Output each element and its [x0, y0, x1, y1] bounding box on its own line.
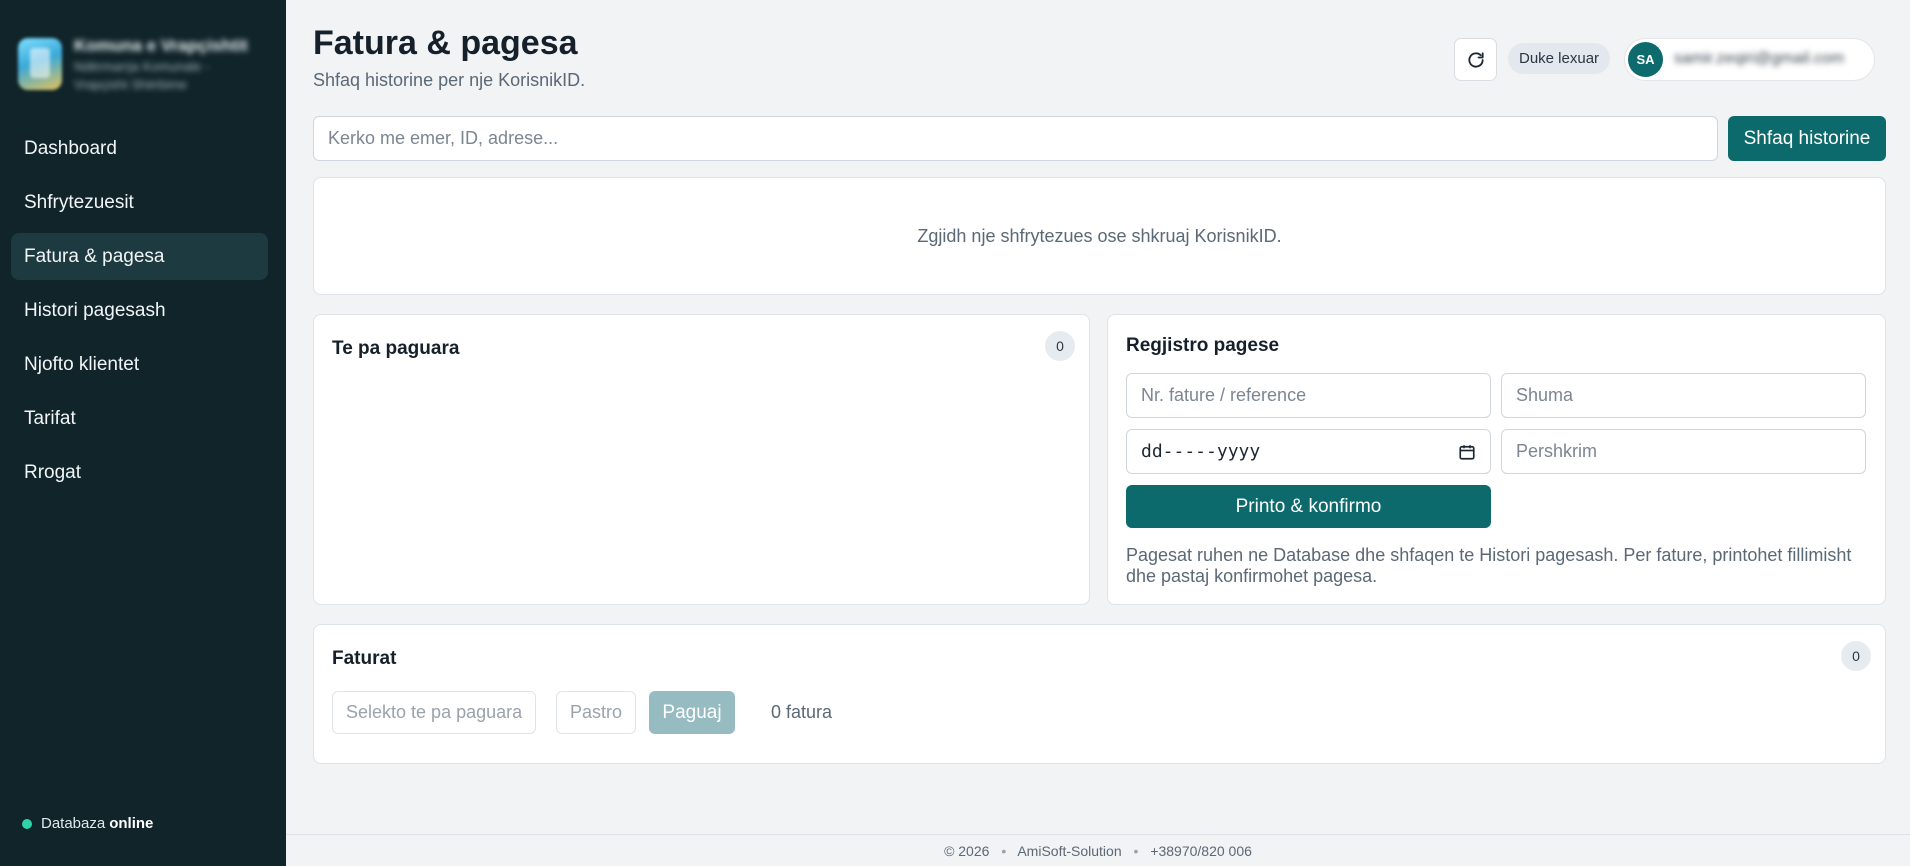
status-dot-icon	[22, 818, 32, 829]
calendar-icon[interactable]	[1458, 443, 1476, 461]
main-content: Fatura & pagesa Shfaq historine per nje …	[286, 0, 1910, 866]
database-status: Databaza online	[22, 815, 153, 832]
footer-separator: •	[1001, 843, 1007, 859]
show-history-button[interactable]: Shfaq historine	[1728, 116, 1886, 161]
sidebar-item-tarifat[interactable]: Tarifat	[11, 395, 268, 442]
footer-company: AmiSoft-Solution	[1017, 843, 1122, 859]
avatar: SA	[1628, 42, 1663, 77]
info-card: Zgjidh nje shfrytezues ose shkruaj Koris…	[313, 177, 1886, 295]
sidebar-item-njofto-klientet[interactable]: Njofto klientet	[11, 341, 268, 388]
unpaid-title: Te pa paguara	[332, 338, 460, 359]
refresh-icon	[1467, 51, 1484, 68]
footer: © 2026 • AmiSoft-Solution • +38970/820 0…	[286, 834, 1910, 866]
database-label: Databaza	[41, 815, 106, 832]
print-confirm-button[interactable]: Printo & konfirmo	[1126, 485, 1491, 528]
refresh-button[interactable]	[1454, 38, 1497, 81]
payment-note: Pagesat ruhen ne Database dhe shfaqen te…	[1126, 545, 1852, 586]
date-value: dd-----yyyy	[1141, 441, 1261, 462]
footer-separator: •	[1133, 843, 1139, 859]
amount-field[interactable]	[1501, 373, 1866, 418]
selected-invoices-count: 0 fatura	[771, 702, 833, 722]
pay-button[interactable]: Paguaj	[649, 691, 735, 734]
sidebar-nav: Dashboard Shfrytezuesit Fatura & pagesa …	[11, 125, 268, 503]
select-unpaid-button[interactable]: Selekto te pa paguara	[332, 691, 537, 734]
sidebar: Komuna e Vrapçishtit Ndërmarrja Komunale…	[0, 0, 286, 866]
description-field[interactable]	[1501, 429, 1866, 474]
sidebar-item-histori-pagesash[interactable]: Histori pagesash	[11, 287, 268, 334]
unpaid-count-badge: 0	[1045, 331, 1075, 361]
user-menu[interactable]: SA samir.zeqiri@gmail.com	[1624, 38, 1875, 81]
clear-button[interactable]: Pastro	[556, 691, 637, 734]
info-message: Zgjidh nje shfrytezues ose shkruaj Koris…	[917, 226, 1282, 246]
brand-name: Komuna e Vrapçishtit	[74, 36, 248, 55]
date-field[interactable]: dd-----yyyy	[1126, 429, 1491, 474]
status-badge: Duke lexuar	[1508, 43, 1611, 74]
unpaid-card: Te pa paguara 0	[313, 314, 1090, 605]
user-email: samir.zeqiri@gmail.com	[1674, 50, 1845, 67]
sidebar-item-fatura-pagesa[interactable]: Fatura & pagesa	[11, 233, 268, 280]
database-status-value: online	[109, 815, 154, 832]
brand-logo	[18, 38, 62, 90]
sidebar-item-dashboard[interactable]: Dashboard	[11, 125, 268, 172]
reference-field[interactable]	[1126, 373, 1491, 418]
brand-subtitle: Ndërmarrja Komunale - Vrapçisht Shërbime	[74, 59, 210, 92]
invoices-count-badge: 0	[1841, 641, 1871, 671]
page-subtitle: Shfaq historine per nje KorisnikID.	[313, 70, 586, 90]
footer-phone: +38970/820 006	[1150, 843, 1252, 859]
payment-card: Regjistro pagese dd-----yyyy Printo & ko…	[1107, 314, 1886, 605]
sidebar-item-rrogat[interactable]: Rrogat	[11, 449, 268, 496]
search-input[interactable]	[313, 116, 1718, 161]
footer-copyright: © 2026	[944, 843, 990, 859]
payment-title: Regjistro pagese	[1126, 335, 1280, 356]
brand: Komuna e Vrapçishtit Ndërmarrja Komunale…	[18, 36, 278, 96]
invoices-card: Faturat 0 Selekto te pa paguara Pastro P…	[313, 624, 1886, 764]
invoices-title: Faturat	[332, 648, 397, 669]
page-title: Fatura & pagesa	[313, 24, 578, 62]
sidebar-item-shfrytezuesit[interactable]: Shfrytezuesit	[11, 179, 268, 226]
